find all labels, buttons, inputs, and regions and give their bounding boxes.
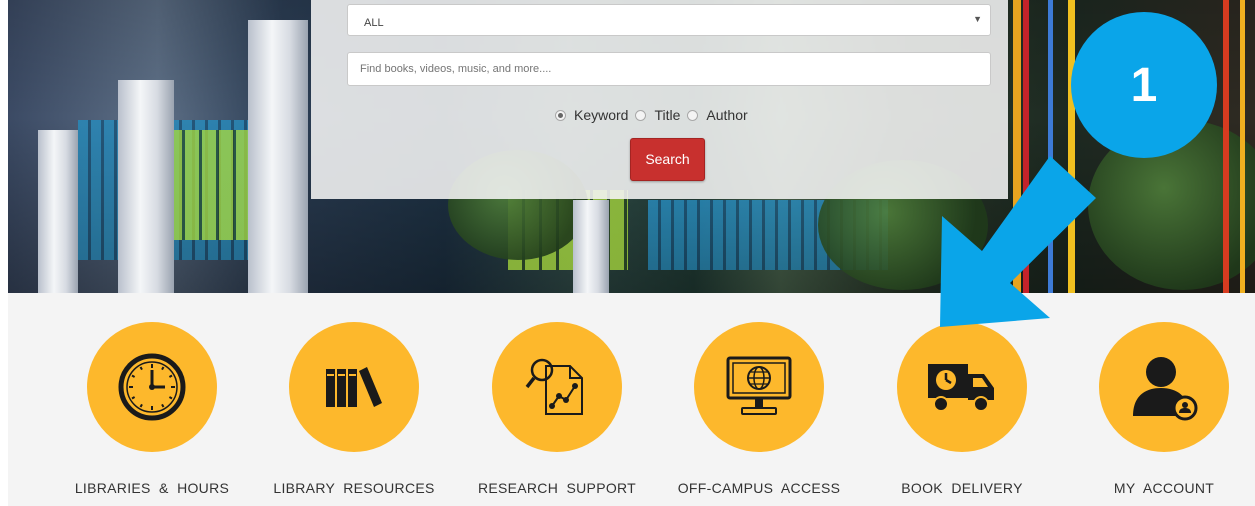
callout-number: 1 xyxy=(1130,58,1158,112)
page: ALL ▼ Keyword Title Author Search xyxy=(0,0,1255,506)
arrow-pointer-icon xyxy=(940,156,1096,327)
callout-badge: 1 xyxy=(1071,12,1217,158)
